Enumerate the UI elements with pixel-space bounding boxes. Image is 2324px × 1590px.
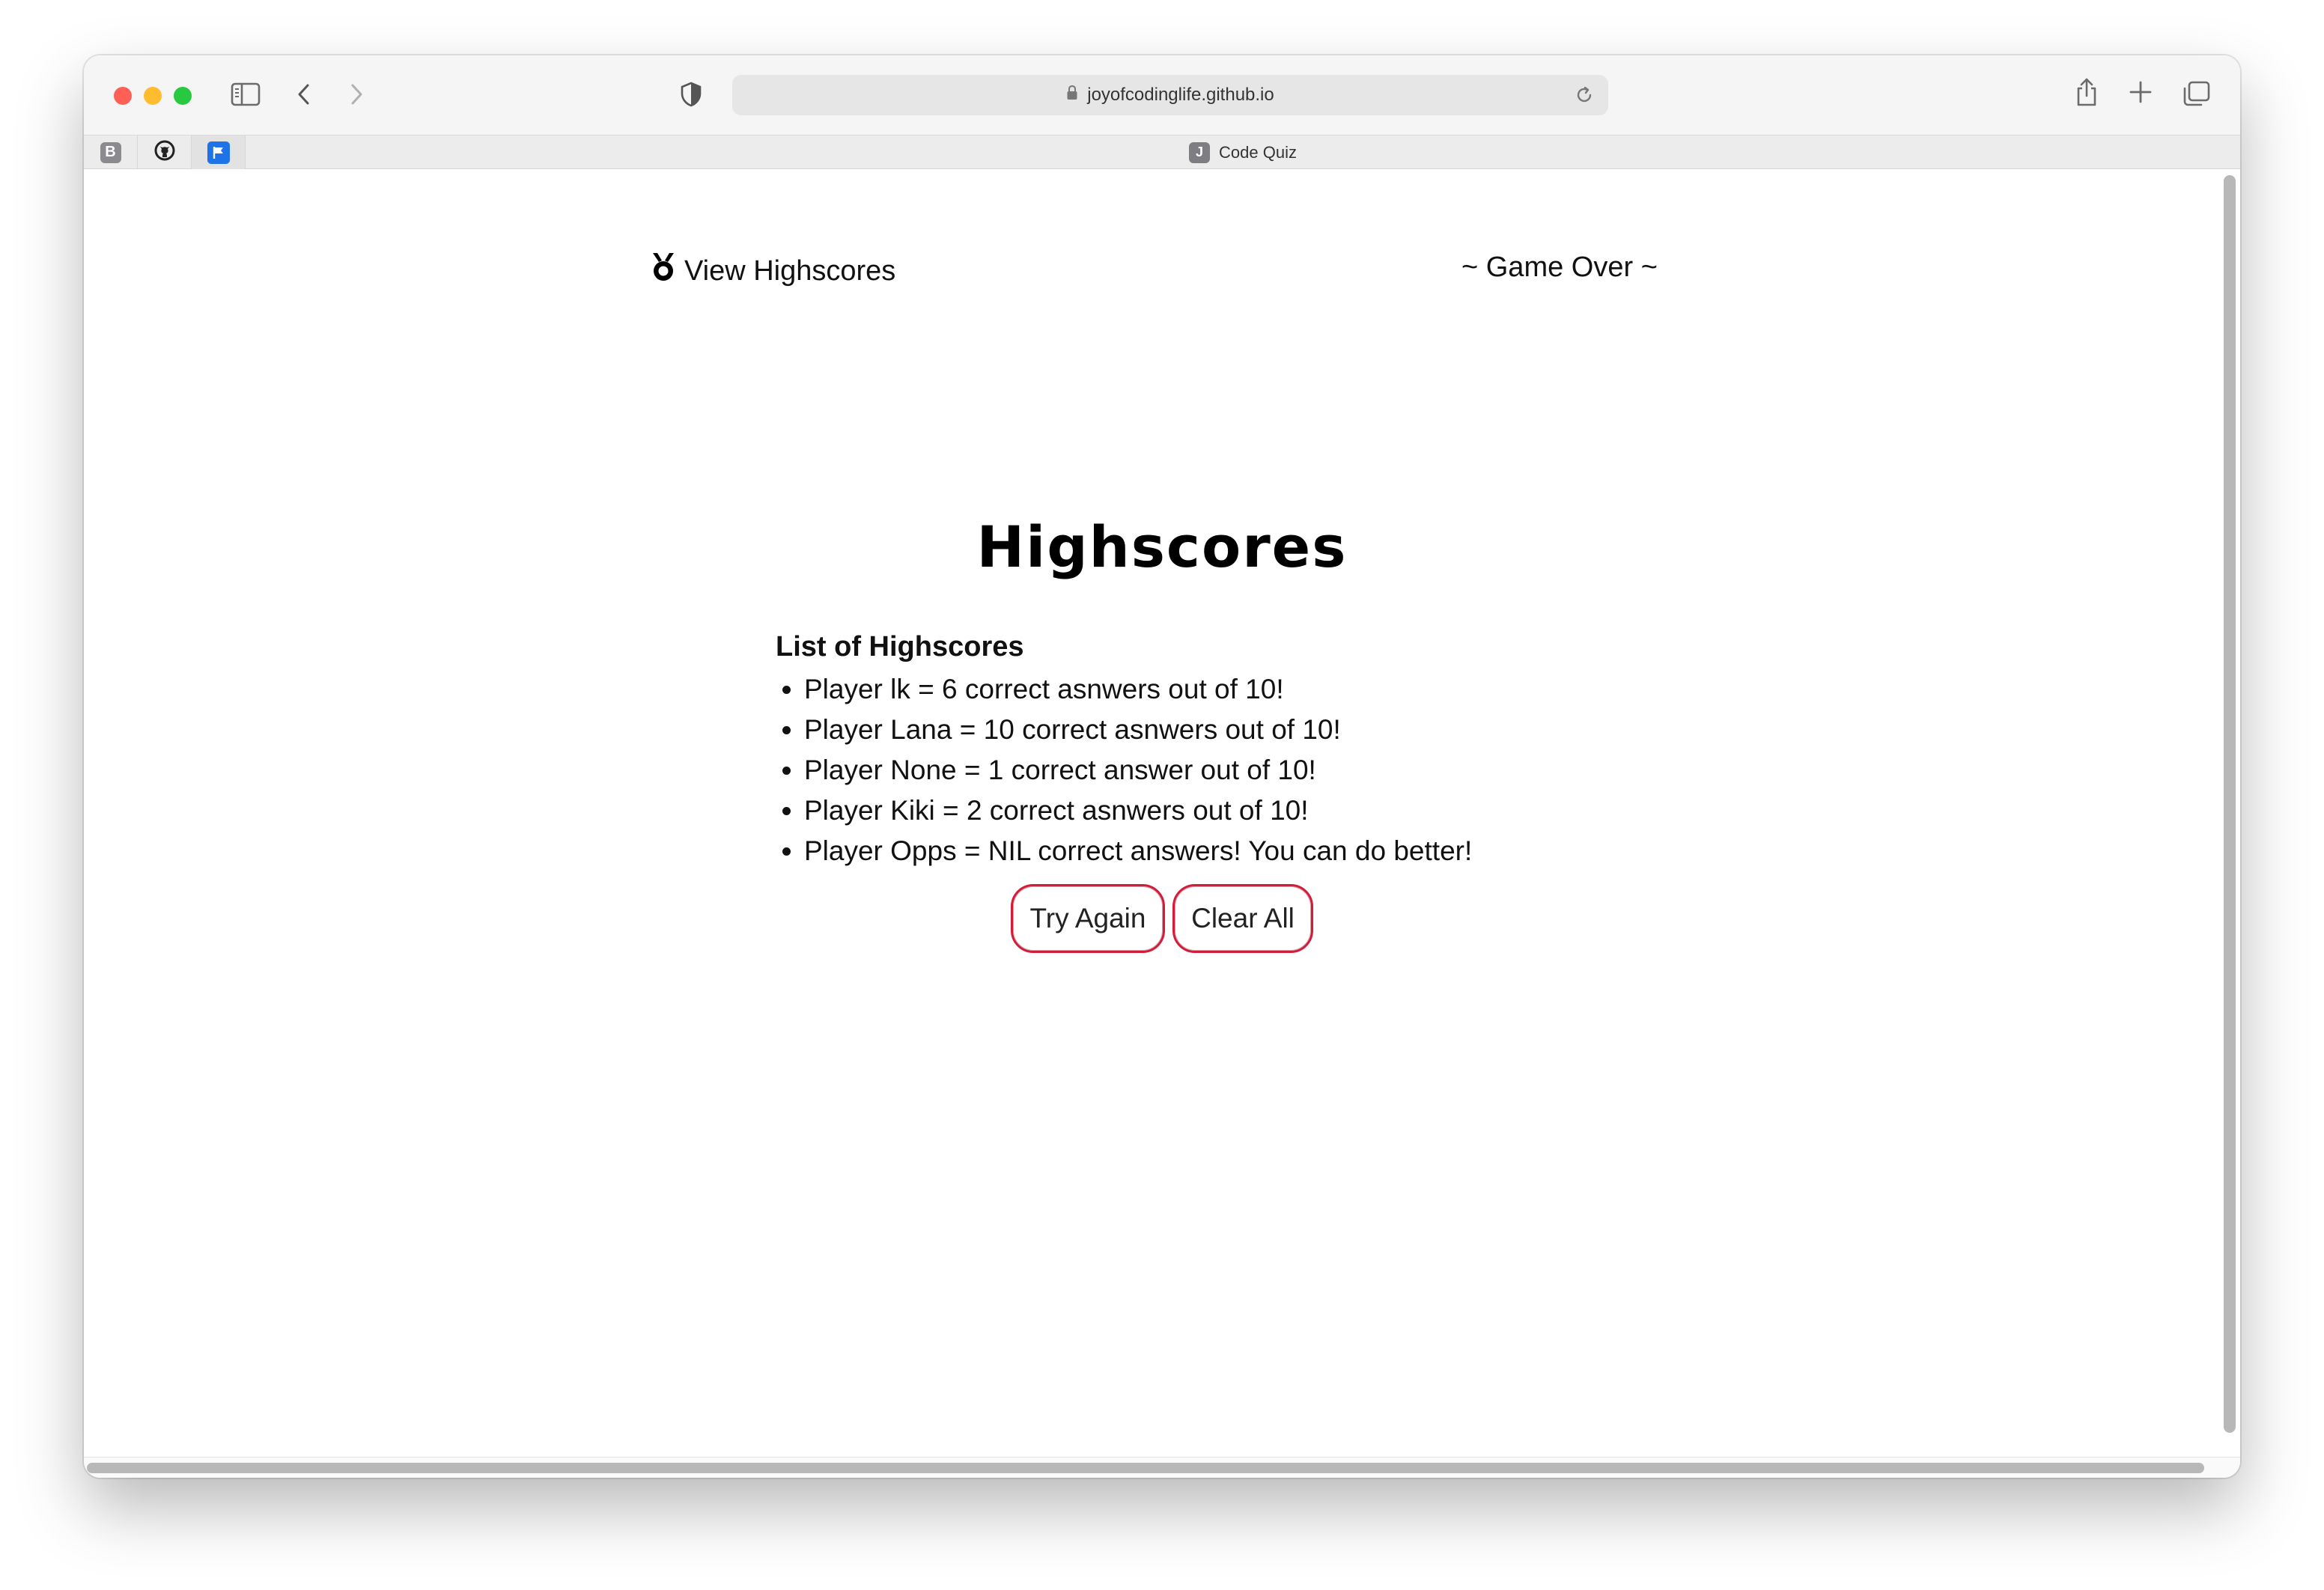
back-icon[interactable] [295, 81, 313, 108]
view-highscores-link[interactable]: View Highscores [650, 252, 895, 290]
page-content: View Highscores ~ Game Over ~ Highscores… [84, 169, 2240, 1478]
github-icon [153, 139, 176, 165]
forward-icon[interactable] [347, 81, 365, 108]
tab-bar: B J Code Quiz [84, 135, 2240, 169]
medal-icon [650, 252, 677, 290]
pinned-tab-b[interactable]: B [84, 135, 138, 169]
pinned-tab-github[interactable] [138, 135, 192, 169]
address-bar[interactable]: joyofcodinglife.github.io [732, 75, 1608, 115]
tab-favicon: J [1189, 141, 1211, 163]
privacy-shield-icon[interactable] [680, 81, 702, 108]
url-text: joyofcodinglife.github.io [1087, 85, 1274, 105]
page-title: Highscores [976, 514, 1348, 580]
horizontal-scrollbar[interactable] [87, 1463, 2204, 1473]
tab-code-quiz[interactable]: J Code Quiz [246, 135, 2240, 169]
list-heading: List of Highscores [776, 631, 1024, 662]
browser-toolbar: joyofcodinglife.github.io [84, 55, 2240, 135]
list-item: Player Opps = NIL correct answers! You c… [804, 831, 1674, 871]
view-highscores-label: View Highscores [684, 255, 896, 287]
list-item: Player None = 1 correct answer out of 10… [804, 750, 1674, 791]
tab-overview-icon[interactable] [2182, 79, 2212, 108]
sidebar-toggle-icon[interactable] [231, 81, 261, 108]
highscores-section: List of Highscores Player lk = 6 correct… [776, 627, 1674, 871]
minimize-window-button[interactable] [144, 87, 162, 105]
flag-icon [207, 141, 230, 164]
try-again-button[interactable]: Try Again [1011, 884, 1165, 953]
game-status: ~ Game Over ~ [1461, 252, 1658, 283]
list-item: Player Kiki = 2 correct asnwers out of 1… [804, 791, 1674, 831]
close-window-button[interactable] [114, 87, 132, 105]
list-item: Player Lana = 10 correct asnwers out of … [804, 710, 1674, 750]
reload-icon[interactable] [1574, 85, 1595, 109]
action-buttons: Try Again Clear All [84, 884, 2240, 953]
vertical-scrollbar[interactable] [2224, 175, 2236, 1433]
tab-title: Code Quiz [1219, 142, 1297, 162]
quiz-header: View Highscores ~ Game Over ~ [84, 252, 2240, 289]
list-item: Player lk = 6 correct asnwers out of 10! [804, 669, 1674, 710]
browser-window: joyofcodinglife.github.io B J Code Quiz … [84, 55, 2240, 1478]
zoom-window-button[interactable] [174, 87, 192, 105]
clear-all-button[interactable]: Clear All [1172, 884, 1313, 953]
lock-icon [1066, 85, 1078, 106]
pinned-tab-flag[interactable] [192, 135, 246, 169]
highscores-list: Player lk = 6 correct asnwers out of 10!… [776, 669, 1674, 871]
share-icon[interactable] [2074, 76, 2099, 108]
new-tab-icon[interactable] [2128, 79, 2153, 105]
